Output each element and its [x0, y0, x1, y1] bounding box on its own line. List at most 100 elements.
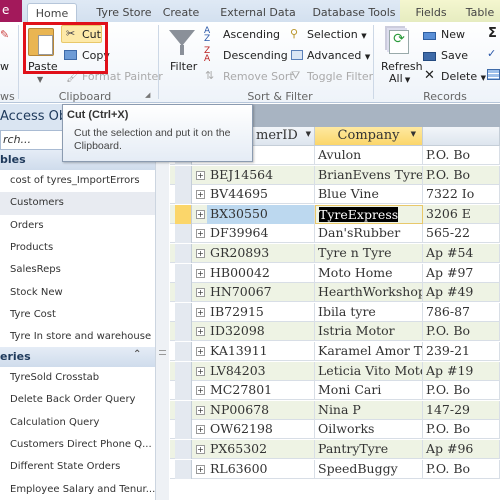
- cell-company[interactable]: Istria Motor: [315, 322, 423, 341]
- cell-customerid[interactable]: PX65302: [207, 440, 315, 459]
- expand-icon[interactable]: +: [196, 425, 205, 434]
- record-selector[interactable]: [175, 342, 192, 361]
- cell-company[interactable]: PantryTyre: [315, 440, 423, 459]
- expand-icon[interactable]: +: [196, 406, 205, 415]
- cell-address[interactable]: Ap #19: [423, 362, 500, 381]
- expand-icon[interactable]: +: [196, 171, 205, 180]
- record-selector[interactable]: [175, 205, 192, 224]
- record-selector[interactable]: [175, 244, 192, 263]
- record-selector[interactable]: [175, 166, 192, 185]
- dialog-launcher-icon[interactable]: ◢: [145, 91, 150, 99]
- cell-address[interactable]: Ap #49: [423, 283, 500, 302]
- nav-item-table[interactable]: SalesReps: [0, 259, 155, 282]
- paste-dropdown-icon[interactable]: ▼: [37, 75, 43, 84]
- cell-customerid[interactable]: KA13911: [207, 342, 315, 361]
- refresh-all-button-line2[interactable]: All ▼: [389, 72, 410, 85]
- table-row[interactable]: +BEJ14564BrianEvens TyreP.O. Bo: [170, 166, 500, 185]
- file-tab[interactable]: e: [0, 0, 22, 22]
- nav-item-query[interactable]: Customers Direct Phone Q...: [0, 434, 155, 457]
- cell-address[interactable]: 239-21: [423, 342, 500, 361]
- cell-company[interactable]: Ibila tyre: [315, 303, 423, 322]
- spelling-icon[interactable]: ✓: [487, 47, 496, 60]
- cell-customerid[interactable]: HN70067: [207, 283, 315, 302]
- cell-address[interactable]: P.O. Bo: [423, 420, 500, 439]
- record-selector[interactable]: [175, 401, 192, 420]
- table-row[interactable]: +MC27801Moni CariP.O. Bo: [170, 381, 500, 400]
- nav-item-table[interactable]: Products: [0, 237, 155, 260]
- toggle-filter-button[interactable]: Toggle Filter: [307, 70, 373, 83]
- table-row[interactable]: +IB72915Ibila tyre786-87: [170, 303, 500, 322]
- cell-company[interactable]: Nina P: [315, 401, 423, 420]
- cell-company[interactable]: TyreExpress: [315, 205, 423, 224]
- nav-item-table[interactable]: Customers: [0, 192, 155, 215]
- expand-icon[interactable]: +: [196, 269, 205, 278]
- expand-icon[interactable]: +: [196, 308, 205, 317]
- table-row[interactable]: +ID32098Istria MotorP.O. Bo: [170, 322, 500, 341]
- filter-button[interactable]: Filter: [170, 60, 197, 73]
- cell-address[interactable]: P.O. Bo: [423, 381, 500, 400]
- refresh-icon[interactable]: ⟳: [389, 30, 409, 54]
- view-button-label[interactable]: w: [0, 60, 9, 73]
- cell-company[interactable]: Avulon: [315, 146, 423, 165]
- expand-icon[interactable]: +: [196, 229, 205, 238]
- cell-customerid[interactable]: RL63600: [207, 460, 315, 479]
- cell-company[interactable]: Tyre n Tyre: [315, 244, 423, 263]
- cell-address[interactable]: Ap #54: [423, 244, 500, 263]
- record-selector[interactable]: [175, 322, 192, 341]
- record-selector[interactable]: [175, 264, 192, 283]
- remove-sort-button[interactable]: Remove Sort: [223, 70, 294, 83]
- cell-customerid[interactable]: GR20893: [207, 244, 315, 263]
- cell-address[interactable]: P.O. Bo: [423, 146, 500, 165]
- splitter-grip-icon[interactable]: [159, 350, 166, 355]
- expand-icon[interactable]: +: [196, 445, 205, 454]
- cell-company[interactable]: SpeedBuggy: [315, 460, 423, 479]
- record-selector[interactable]: [175, 420, 192, 439]
- cell-customerid[interactable]: HB00042: [207, 264, 315, 283]
- cell-customerid[interactable]: NP00678: [207, 401, 315, 420]
- advanced-button[interactable]: Advanced ▼: [307, 49, 370, 62]
- cell-company[interactable]: Dan'sRubber: [315, 224, 423, 243]
- table-row[interactable]: +RL63600SpeedBuggyP.O. Bo: [170, 460, 500, 479]
- expand-icon[interactable]: +: [196, 190, 205, 199]
- tab-fields[interactable]: Fields: [408, 3, 454, 22]
- expand-icon[interactable]: +: [196, 327, 205, 336]
- cell-company[interactable]: BrianEvens Tyre: [315, 166, 423, 185]
- expand-icon[interactable]: +: [196, 288, 205, 297]
- new-record-button[interactable]: New: [441, 28, 465, 41]
- cell-address[interactable]: 147-29: [423, 401, 500, 420]
- cell-customerid[interactable]: IB72915: [207, 303, 315, 322]
- cell-company[interactable]: Karamel Amor Tyre: [315, 342, 423, 361]
- expand-icon[interactable]: +: [196, 249, 205, 258]
- expand-icon[interactable]: +: [196, 210, 205, 219]
- dropdown-icon[interactable]: ▼: [306, 130, 311, 138]
- dropdown-icon[interactable]: ▼: [411, 130, 416, 138]
- tab-external-data[interactable]: External Data: [215, 3, 301, 22]
- view-icon[interactable]: ✎: [0, 28, 9, 41]
- cell-address[interactable]: Ap #97: [423, 264, 500, 283]
- cell-customerid[interactable]: BV44695: [207, 185, 315, 204]
- cell-customerid[interactable]: BEJ14564: [207, 166, 315, 185]
- cell-company[interactable]: Moto Home: [315, 264, 423, 283]
- nav-item-table[interactable]: Tyre Cost: [0, 304, 155, 327]
- cell-address[interactable]: 3206 E: [423, 205, 500, 224]
- delete-record-button[interactable]: Delete ▼: [441, 70, 486, 83]
- selection-button[interactable]: Selection ▼: [307, 28, 367, 41]
- cell-customerid[interactable]: BX30550: [207, 205, 315, 224]
- nav-item-table[interactable]: Tyre In store and warehouse: [0, 326, 155, 349]
- cell-company[interactable]: HearthWorkshop: [315, 283, 423, 302]
- filter-icon[interactable]: [169, 30, 195, 46]
- tab-create[interactable]: Create: [160, 3, 202, 22]
- column-header-company[interactable]: Company▼: [315, 127, 423, 146]
- tab-tyre-store[interactable]: Tyre Store: [88, 3, 160, 22]
- expand-icon[interactable]: +: [196, 465, 205, 474]
- column-header-address[interactable]: [423, 127, 500, 146]
- table-row[interactable]: +OW62198OilworksP.O. Bo: [170, 420, 500, 439]
- cell-customerid[interactable]: OW62198: [207, 420, 315, 439]
- navigation-pane-scrollbar[interactable]: [155, 150, 169, 500]
- nav-item-query[interactable]: Different State Orders: [0, 456, 155, 479]
- nav-item-query[interactable]: Calculation Query: [0, 412, 155, 435]
- table-row[interactable]: +PX65302PantryTyreAp #96: [170, 440, 500, 459]
- table-row[interactable]: +NP00678Nina P147-29: [170, 401, 500, 420]
- record-selector[interactable]: [175, 185, 192, 204]
- cell-address[interactable]: P.O. Bo: [423, 460, 500, 479]
